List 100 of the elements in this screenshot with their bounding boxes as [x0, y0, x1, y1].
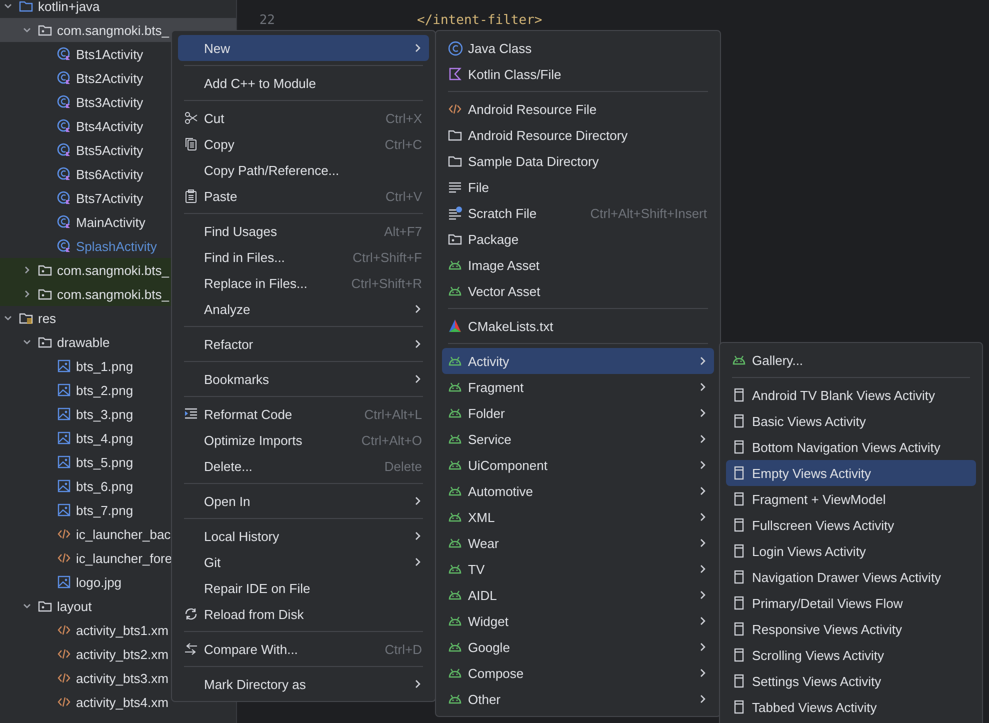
- phone-layout-icon: [734, 570, 744, 584]
- chevron-right-icon[interactable]: [22, 265, 32, 275]
- menu-item[interactable]: Bookmarks: [178, 366, 429, 392]
- chevron-down-icon[interactable]: [3, 313, 13, 323]
- menu-item[interactable]: Repair IDE on File: [178, 575, 429, 601]
- image-file-icon: [57, 503, 71, 517]
- menu-item[interactable]: Widget: [442, 608, 714, 634]
- tree-item-label: bts_5.png: [76, 454, 134, 470]
- menu-item[interactable]: Compare With... Ctrl+D: [178, 636, 429, 662]
- menu-item[interactable]: Bottom Navigation Views Activity: [726, 434, 976, 460]
- android-icon: [448, 382, 462, 392]
- menu-item[interactable]: CMakeLists.txt: [442, 313, 714, 339]
- tree-item-label: logo.jpg: [76, 574, 122, 590]
- menu-item[interactable]: Refactor: [178, 331, 429, 357]
- menu-item[interactable]: Login Views Activity: [726, 538, 976, 564]
- android-icon: [448, 538, 462, 548]
- resource-folder-icon: [19, 311, 33, 325]
- shortcut-label: Ctrl+V: [386, 188, 422, 204]
- tree-item[interactable]: kotlin+java: [0, 0, 236, 18]
- menu-item[interactable]: Image Asset: [442, 252, 714, 278]
- menu-item[interactable]: New: [178, 35, 429, 61]
- menu-item[interactable]: Folder: [442, 400, 714, 426]
- menu-item[interactable]: Kotlin Class/File: [442, 61, 714, 87]
- menu-item[interactable]: Wear: [442, 530, 714, 556]
- menu-item[interactable]: Copy Ctrl+C: [178, 131, 429, 157]
- menu-item[interactable]: Find Usages Alt+F7: [178, 218, 429, 244]
- menu-item[interactable]: Vector Asset: [442, 278, 714, 304]
- menu-item[interactable]: Open In: [178, 488, 429, 514]
- menu-item[interactable]: Local History: [178, 523, 429, 549]
- chevron-down-icon[interactable]: [22, 601, 32, 611]
- menu-item[interactable]: UiComponent: [442, 452, 714, 478]
- chevron-down-icon[interactable]: [3, 1, 13, 11]
- package-folder-icon: [38, 335, 52, 349]
- package-folder-icon: [38, 263, 52, 277]
- menu-item[interactable]: File: [442, 174, 714, 200]
- menu-item[interactable]: Android Resource Directory: [442, 122, 714, 148]
- menu-item[interactable]: Navigation Drawer Views Activity: [726, 564, 976, 590]
- chevron-right-icon: [414, 339, 422, 349]
- menu-item[interactable]: Primary/Detail Views Flow: [726, 590, 976, 616]
- menu-item[interactable]: Reformat Code Ctrl+Alt+L: [178, 401, 429, 427]
- menu-item[interactable]: TV: [442, 556, 714, 582]
- menu-item[interactable]: Git: [178, 549, 429, 575]
- menu-item[interactable]: Paste Ctrl+V: [178, 183, 429, 209]
- menu-item[interactable]: Tabbed Views Activity: [726, 694, 976, 720]
- phone-layout-icon: [734, 388, 744, 402]
- chevron-right-icon[interactable]: [22, 289, 32, 299]
- menu-item[interactable]: XML: [442, 504, 714, 530]
- tree-item-label: activity_bts1.xm: [76, 622, 168, 638]
- phone-layout-icon: [734, 648, 744, 662]
- menu-item[interactable]: Compose: [442, 660, 714, 686]
- menu-item[interactable]: Google: [442, 634, 714, 660]
- menu-item[interactable]: Delete... Delete: [178, 453, 429, 479]
- xml-file-icon: [57, 623, 71, 637]
- shortcut-label: Ctrl+Shift+R: [351, 276, 422, 290]
- menu-item[interactable]: Service: [442, 426, 714, 452]
- menu-item[interactable]: Android TV Blank Views Activity: [726, 382, 976, 408]
- menu-item[interactable]: Fullscreen Views Activity: [726, 512, 976, 538]
- menu-item[interactable]: Automotive: [442, 478, 714, 504]
- menu-item[interactable]: Optimize Imports Ctrl+Alt+O: [178, 427, 429, 453]
- phone-layout-icon: [734, 414, 744, 428]
- menu-item[interactable]: Package: [442, 226, 714, 252]
- android-icon: [448, 668, 462, 678]
- menu-item[interactable]: Empty Views Activity: [726, 460, 976, 486]
- menu-item[interactable]: AIDL: [442, 582, 714, 608]
- android-icon: [732, 355, 746, 365]
- phone-layout-icon: [734, 674, 744, 688]
- shortcut-label: Ctrl+Alt+Shift+Insert: [590, 206, 707, 220]
- menu-item[interactable]: Responsive Views Activity: [726, 616, 976, 642]
- menu-item[interactable]: Java Class: [442, 35, 714, 61]
- menu-item[interactable]: Sample Data Directory: [442, 148, 714, 174]
- menu-item[interactable]: Activity: [442, 348, 714, 374]
- tree-item-label: layout: [57, 598, 92, 614]
- tree-item-label: bts_3.png: [76, 406, 134, 422]
- android-icon: [448, 408, 462, 418]
- menu-item[interactable]: Other: [442, 686, 714, 712]
- menu-item[interactable]: Gallery...: [726, 347, 976, 373]
- class-icon: [57, 167, 71, 181]
- tree-item-label: bts_6.png: [76, 478, 134, 494]
- text-file-icon: [448, 180, 462, 194]
- package-folder-icon: [38, 23, 52, 37]
- android-icon: [448, 642, 462, 652]
- menu-item[interactable]: Scrolling Views Activity: [726, 642, 976, 668]
- menu-item[interactable]: Reload from Disk: [178, 601, 429, 627]
- folder-icon: [448, 154, 462, 168]
- xml-file-icon: [57, 551, 71, 565]
- chevron-right-icon: [699, 564, 707, 574]
- menu-item[interactable]: Copy Path/Reference...: [178, 157, 429, 183]
- menu-item[interactable]: Android Resource File: [442, 96, 714, 122]
- shortcut-label: Ctrl+D: [384, 642, 422, 656]
- menu-item[interactable]: Scratch File Ctrl+Alt+Shift+Insert: [442, 200, 714, 226]
- chevron-right-icon: [699, 356, 707, 366]
- menu-item[interactable]: Settings Views Activity: [726, 668, 976, 694]
- android-icon: [448, 286, 462, 296]
- menu-item[interactable]: Fragment + ViewModel: [726, 486, 976, 512]
- chevron-down-icon[interactable]: [22, 25, 32, 35]
- chevron-right-icon: [414, 304, 422, 314]
- chevron-down-icon[interactable]: [22, 337, 32, 347]
- menu-item[interactable]: Basic Views Activity: [726, 408, 976, 434]
- menu-item[interactable]: Fragment: [442, 374, 714, 400]
- image-file-icon: [57, 455, 71, 469]
